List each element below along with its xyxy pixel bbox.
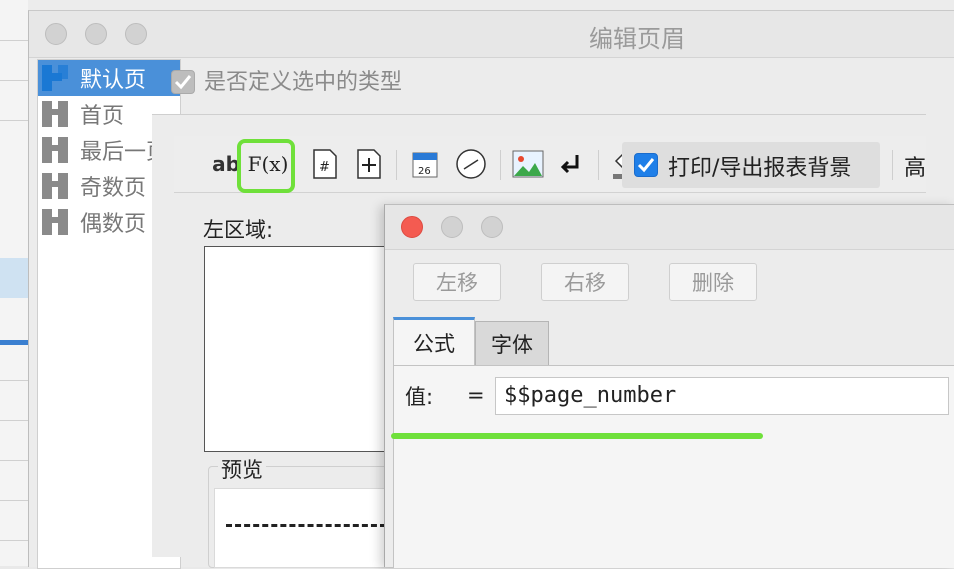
newline-icon[interactable] [554,144,588,184]
formula-icon[interactable]: F(x) [248,144,289,184]
background-app-toolbar [28,0,954,10]
page-layout-icon [40,207,70,237]
formula-dialog: 左移 右移 删除 公式 字体 值: = $$page_number [384,204,954,568]
page-layout-icon [40,171,70,201]
print-background-checkbox[interactable] [634,153,658,177]
tab-font[interactable]: 字体 [475,321,549,365]
page-number-icon[interactable]: # [308,144,342,184]
formula-titlebar [385,205,954,250]
preview-header-line [226,524,386,527]
page-layout-icon [40,99,70,129]
left-region-editor[interactable] [204,246,396,452]
page-layout-icon [40,135,70,165]
define-type-checkbox[interactable] [171,70,195,94]
minimize-button[interactable] [441,216,463,238]
zoom-button[interactable] [125,23,147,45]
define-type-label: 是否定义选中的类型 [204,70,403,95]
background-app-sidebar [0,0,29,566]
move-left-button[interactable]: 左移 [413,263,501,301]
dialog-title: 编辑页眉 [589,25,685,53]
main-titlebar: 编辑页眉 [29,11,954,58]
value-label: 值: [405,385,434,409]
formula-tabs: 公式 字体 [393,317,954,365]
page-item-default[interactable]: 默认页 [38,60,180,96]
page-item-label: 偶数页 [80,212,147,237]
checkmark-icon [637,158,655,173]
calendar-icon[interactable]: 26 [406,144,444,184]
page-item-label: 奇数页 [80,176,147,201]
formula-highlight-underline [391,433,763,439]
close-button[interactable] [45,23,67,45]
tab-formula[interactable]: 公式 [393,317,475,365]
page-layout-icon [40,63,70,93]
print-background-label: 打印/导出报表背景 [668,156,852,181]
close-button[interactable] [401,216,423,238]
zoom-button[interactable] [481,216,503,238]
preview-canvas [214,488,396,568]
minimize-button[interactable] [85,23,107,45]
clock-icon[interactable] [452,144,490,184]
formula-input[interactable]: $$page_number [495,377,949,415]
svg-text:26: 26 [418,166,431,177]
preview-label: 预览 [218,454,266,484]
left-region-label: 左区域: [203,218,274,242]
move-right-button[interactable]: 右移 [541,263,629,301]
print-background-option: 打印/导出报表背景 [622,142,880,188]
total-pages-icon[interactable] [352,144,386,184]
page-item-label: 默认页 [80,68,147,93]
checkmark-icon [174,75,192,90]
image-icon[interactable] [508,144,548,184]
svg-text:#: # [319,160,330,175]
delete-button[interactable]: 删除 [669,263,757,301]
equals-sign: = [467,383,485,407]
high-option-label[interactable]: 高 [904,150,926,182]
page-item-label: 首页 [80,104,125,129]
header-toolbar: ab F(x) # 26 打印/导出报表背景 高 [174,136,926,193]
